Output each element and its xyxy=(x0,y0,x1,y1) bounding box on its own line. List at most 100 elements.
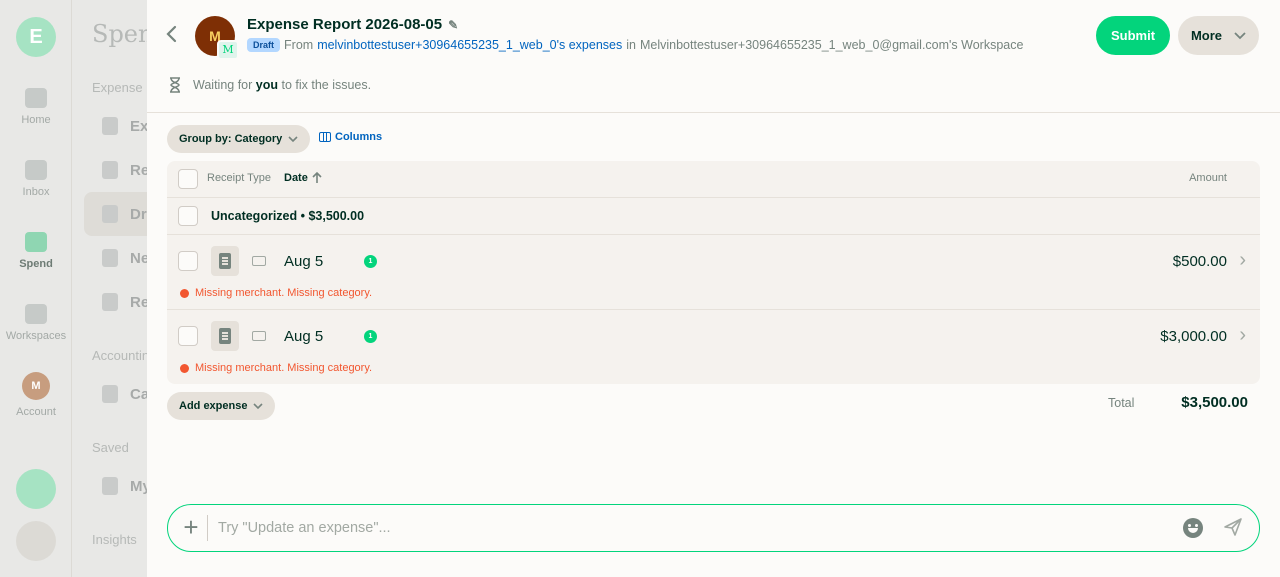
column-date[interactable]: Date xyxy=(284,172,322,184)
error-dot-icon xyxy=(180,288,189,298)
hourglass-icon xyxy=(170,77,180,93)
waiting-prefix: Waiting for xyxy=(193,78,253,92)
lnav-item[interactable]: Dr xyxy=(102,205,147,223)
avatar: M xyxy=(22,372,50,400)
composer-input[interactable] xyxy=(218,517,1118,539)
receipt-thumbnail[interactable] xyxy=(211,246,239,276)
total-value: $3,500.00 xyxy=(1181,394,1248,411)
building-icon xyxy=(25,304,47,324)
violation-text: Missing merchant. Missing category. xyxy=(195,287,373,299)
table-row[interactable]: Aug 5 1 $3,000.00 › Missing merchant. Mi… xyxy=(167,310,1260,384)
expense-date: Aug 5 xyxy=(284,253,324,270)
from-label: From xyxy=(284,38,314,52)
create-report-button[interactable] xyxy=(16,469,56,509)
columns-button[interactable]: Columns xyxy=(319,131,382,143)
column-receipt-type[interactable]: Receipt Type xyxy=(207,172,271,184)
group-checkbox[interactable] xyxy=(178,206,198,226)
receipt-thumbnail[interactable] xyxy=(211,321,239,351)
arrow-up-icon xyxy=(312,172,322,183)
report-subtitle: Draft From melvinbottestuser+30964655235… xyxy=(247,38,1023,52)
lnav-item[interactable]: My xyxy=(102,477,151,495)
composer-divider xyxy=(207,515,208,541)
lnav-section: Insights xyxy=(92,532,137,547)
lnav-item[interactable]: Re xyxy=(102,293,149,311)
lnav-item[interactable]: Ex xyxy=(102,117,148,135)
total-label: Total xyxy=(1108,396,1135,410)
group-row: Uncategorized • $3,500.00 xyxy=(167,198,1260,235)
home-icon xyxy=(25,88,47,108)
status-badge: Draft xyxy=(247,38,281,52)
chat-bubble-icon: 1 xyxy=(364,255,377,268)
violation-message: Missing merchant. Missing category. xyxy=(180,287,372,299)
document-icon xyxy=(102,117,118,135)
card-icon xyxy=(102,385,118,403)
page-title[interactable]: Expense Report 2026-08-05 ✎ xyxy=(247,16,458,33)
rail-item-account[interactable]: M Account xyxy=(0,372,72,418)
thumbs-up-icon xyxy=(102,249,118,267)
pencil-icon xyxy=(102,205,118,223)
violation-message: Missing merchant. Missing category. xyxy=(180,362,372,374)
waiting-suffix: to fix the issues. xyxy=(281,78,372,92)
cash-icon xyxy=(252,331,266,341)
lnav-section: Expense r xyxy=(92,80,151,95)
plus-icon[interactable]: + xyxy=(177,514,205,542)
group-by-button[interactable]: Group by: Category xyxy=(167,125,311,153)
next-step-message: Waiting for you to fix the issues. xyxy=(169,77,371,93)
add-expense-label: Add expense xyxy=(179,400,248,412)
group-by-label: Group by: Category xyxy=(179,133,283,145)
waiting-bold: you xyxy=(255,78,278,92)
column-date-label: Date xyxy=(284,172,308,184)
receipt-icon xyxy=(219,328,231,344)
add-expense-button[interactable]: Add expense xyxy=(167,392,276,420)
lnav-item[interactable]: Ne xyxy=(102,249,149,267)
chevron-right-icon: › xyxy=(1239,249,1246,271)
expense-table: Receipt Type Date Amount Uncategorized •… xyxy=(167,161,1260,384)
table-header: Receipt Type Date Amount xyxy=(167,161,1260,198)
expense-amount: $500.00 xyxy=(1172,253,1227,270)
chevron-down-icon xyxy=(288,135,298,142)
submit-button[interactable]: Submit xyxy=(1096,16,1170,55)
workspace-avatar: M xyxy=(217,40,239,60)
chevron-right-icon: › xyxy=(1239,324,1246,346)
row-checkbox[interactable] xyxy=(178,251,198,271)
chevron-left-icon xyxy=(166,25,177,43)
emoji-icon[interactable] xyxy=(1183,518,1203,538)
receipt-icon xyxy=(25,232,47,252)
columns-icon xyxy=(319,132,331,142)
violation-text: Missing merchant. Missing category. xyxy=(195,362,373,374)
chat-bubble-icon: 1 xyxy=(364,330,377,343)
error-dot-icon xyxy=(180,363,189,373)
chevron-down-icon xyxy=(253,402,264,409)
table-row[interactable]: Aug 5 1 $500.00 › Missing merchant. Miss… xyxy=(167,235,1260,310)
rail-item-workspaces[interactable]: Workspaces xyxy=(0,304,72,342)
lnav-item[interactable]: Ca xyxy=(102,385,149,403)
rail-item-home[interactable]: Home xyxy=(0,88,72,126)
lnav-section: Accountin xyxy=(92,348,150,363)
report-title: Expense Report 2026-08-05 xyxy=(247,16,443,33)
in-label: in xyxy=(626,38,636,52)
expensify-logo-icon[interactable]: E xyxy=(16,17,56,57)
lnav-item[interactable]: Re xyxy=(102,161,149,179)
back-button[interactable] xyxy=(165,25,185,47)
report-header: M M Expense Report 2026-08-05 ✎ Draft Fr… xyxy=(147,0,1280,113)
pencil-icon[interactable]: ✎ xyxy=(448,18,458,32)
report-panel: M M Expense Report 2026-08-05 ✎ Draft Fr… xyxy=(147,0,1280,577)
select-all-checkbox[interactable] xyxy=(178,169,198,189)
row-checkbox[interactable] xyxy=(178,326,198,346)
rail-item-inbox[interactable]: Inbox xyxy=(0,160,72,198)
more-button[interactable]: More xyxy=(1178,16,1259,55)
bookmark-icon xyxy=(102,477,118,495)
receipt-icon xyxy=(102,161,118,179)
app-rail: E Home Inbox Spend Workspaces M Account xyxy=(0,0,72,577)
cash-icon xyxy=(252,256,266,266)
from-link[interactable]: melvinbottestuser+30964655235_1_web_0's … xyxy=(317,38,622,52)
rail-item-spend[interactable]: Spend xyxy=(0,232,72,270)
inbox-icon xyxy=(25,160,47,180)
send-icon[interactable] xyxy=(1223,517,1245,539)
lnav-section: Saved xyxy=(92,440,129,455)
columns-label: Columns xyxy=(335,131,383,143)
paper-plane-icon xyxy=(1224,518,1242,536)
more-label: More xyxy=(1190,28,1223,43)
column-amount[interactable]: Amount xyxy=(1189,172,1227,184)
plus-button[interactable] xyxy=(16,521,56,561)
